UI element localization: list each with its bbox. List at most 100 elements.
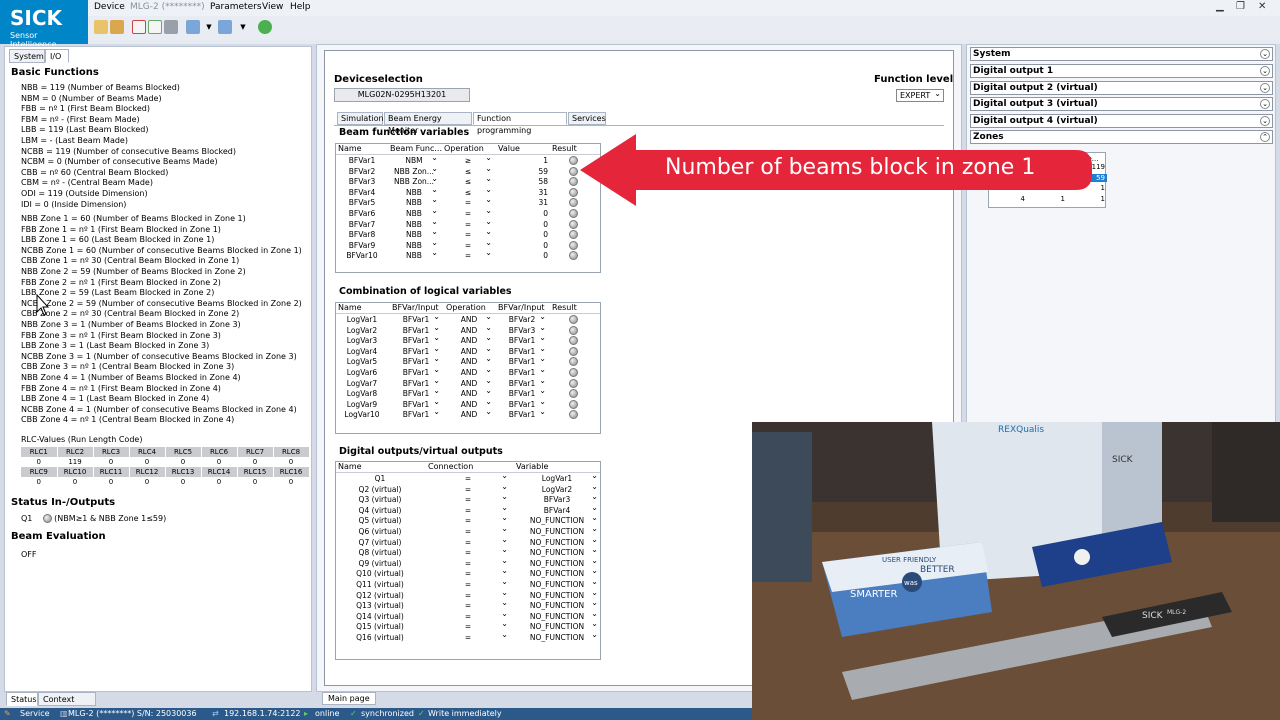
operation-select[interactable]: ≤ [442,188,494,197]
input-a-select[interactable]: BFVar1 [390,315,442,324]
input-b-select[interactable]: BFVar1 [496,368,548,377]
upload-dropdown-icon[interactable]: ▼ [202,20,216,34]
connection-select[interactable]: = [426,495,510,504]
beam-function-select[interactable]: NBB [388,251,440,260]
variable-select[interactable]: LogVar2 [514,485,600,494]
variable-select[interactable]: BFVar3 [514,495,600,504]
beam-function-select[interactable]: NBM [388,156,440,165]
variable-select[interactable]: NO_FUNCTION [514,538,600,547]
input-a-select[interactable]: BFVar1 [390,357,442,366]
logic-operation-select[interactable]: AND [444,336,494,345]
operation-select[interactable]: = [442,198,494,207]
logic-operation-select[interactable]: AND [444,389,494,398]
section-header[interactable]: Digital output 4 (virtual) ⌄ [970,114,1273,128]
operation-select[interactable]: = [442,209,494,218]
operation-select[interactable]: ≤ [442,177,494,186]
variable-select[interactable]: NO_FUNCTION [514,591,600,600]
logic-operation-select[interactable]: AND [444,368,494,377]
connection-select[interactable]: = [426,622,510,631]
tab-status[interactable]: Status [6,692,38,706]
beam-function-select[interactable]: NBB [388,220,440,229]
input-a-select[interactable]: BFVar1 [390,326,442,335]
tab-context-help[interactable]: Context Help [38,692,96,717]
input-b-select[interactable]: BFVar1 [496,336,548,345]
variable-select[interactable]: NO_FUNCTION [514,559,600,568]
download-icon[interactable] [218,20,232,34]
connect-icon[interactable] [94,20,108,34]
connection-select[interactable]: = [426,633,510,642]
operation-select[interactable]: = [442,230,494,239]
minimize-icon[interactable]: ▁ [1216,1,1224,12]
tab-beam-energy-monitor[interactable]: Beam Energy Monitor [384,112,472,135]
menu-device[interactable]: Device [94,2,125,12]
logic-operation-select[interactable]: AND [444,400,494,409]
beam-function-select[interactable]: NBB [388,188,440,197]
document-icon[interactable] [148,20,162,34]
logic-operation-select[interactable]: AND [444,326,494,335]
connection-select[interactable]: = [426,612,510,621]
input-a-select[interactable]: BFVar1 [390,368,442,377]
connection-select[interactable]: = [426,569,510,578]
input-b-select[interactable]: BFVar1 [496,389,548,398]
input-a-select[interactable]: BFVar1 [390,336,442,345]
upload-icon[interactable] [186,20,200,34]
variable-select[interactable]: NO_FUNCTION [514,580,600,589]
tab-function-programming[interactable]: Function programming [473,112,567,135]
tab-services[interactable]: Services [568,112,606,125]
logic-operation-select[interactable]: AND [444,315,494,324]
menu-parameters[interactable]: Parameters [210,2,262,12]
logic-operation-select[interactable]: AND [444,379,494,388]
connection-select[interactable]: = [426,548,510,557]
input-a-select[interactable]: BFVar1 [390,347,442,356]
input-b-select[interactable]: BFVar2 [496,315,548,324]
variable-select[interactable]: NO_FUNCTION [514,633,600,642]
logic-operation-select[interactable]: AND [444,410,494,419]
connection-select[interactable]: = [426,580,510,589]
variable-select[interactable]: NO_FUNCTION [514,569,600,578]
variable-select[interactable]: NO_FUNCTION [514,601,600,610]
operation-select[interactable]: = [442,220,494,229]
operation-select[interactable]: ≥ [442,156,494,165]
section-header[interactable]: Digital output 2 (virtual) ⌄ [970,81,1273,95]
beam-function-select[interactable]: NBB [388,230,440,239]
close-icon[interactable]: ✕ [1258,1,1266,12]
variable-select[interactable]: LogVar1 [514,474,600,483]
input-a-select[interactable]: BFVar1 [390,389,442,398]
menu-help[interactable]: Help [290,2,311,12]
beam-function-select[interactable]: NBB Zon... [388,167,440,176]
edit-icon[interactable] [164,20,178,34]
connection-select[interactable]: = [426,516,510,525]
variable-select[interactable]: NO_FUNCTION [514,612,600,621]
operation-select[interactable]: ≤ [442,167,494,176]
tab-io[interactable]: I/O [45,49,69,63]
section-header[interactable]: Digital output 3 (virtual) ⌄ [970,97,1273,111]
input-b-select[interactable]: BFVar1 [496,357,548,366]
input-b-select[interactable]: BFVar1 [496,400,548,409]
connection-select[interactable]: = [426,601,510,610]
input-b-select[interactable]: BFVar3 [496,326,548,335]
input-a-select[interactable]: BFVar1 [390,379,442,388]
online-icon[interactable] [258,20,272,34]
menu-device-name[interactable]: MLG-2 (********) [130,2,205,12]
connection-select[interactable]: = [426,485,510,494]
input-a-select[interactable]: BFVar1 [390,410,442,419]
connection-select[interactable]: = [426,506,510,515]
connection-select[interactable]: = [426,527,510,536]
delete-icon[interactable] [132,20,146,34]
variable-select[interactable]: NO_FUNCTION [514,548,600,557]
operation-select[interactable]: = [442,251,494,260]
restore-icon[interactable]: ❐ [1236,1,1245,12]
connection-select[interactable]: = [426,474,510,483]
logic-operation-select[interactable]: AND [444,347,494,356]
input-b-select[interactable]: BFVar1 [496,379,548,388]
variable-select[interactable]: NO_FUNCTION [514,527,600,536]
operation-select[interactable]: = [442,241,494,250]
download-dropdown-icon[interactable]: ▼ [236,20,250,34]
connection-select[interactable]: = [426,591,510,600]
section-header[interactable]: Digital output 1 ⌄ [970,64,1273,78]
logic-operation-select[interactable]: AND [444,357,494,366]
input-b-select[interactable]: BFVar1 [496,410,548,419]
function-level-select[interactable]: EXPERT ⌄ [896,89,944,102]
tab-main-page[interactable]: Main page [322,692,376,705]
beam-function-select[interactable]: NBB [388,198,440,207]
